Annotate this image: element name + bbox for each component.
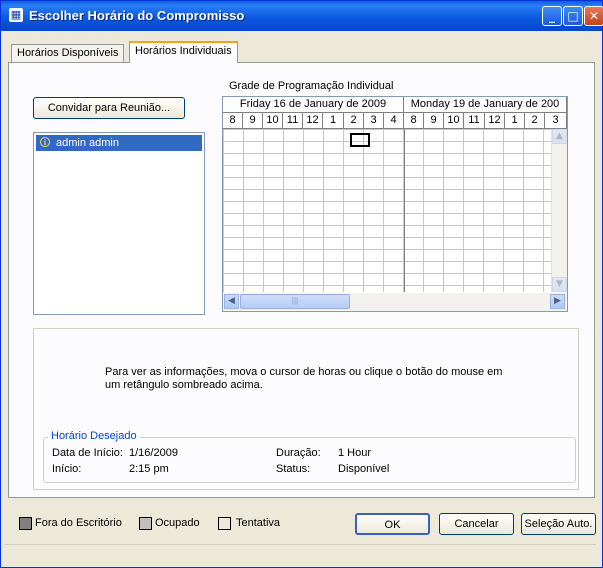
status-value: Disponível — [338, 463, 390, 475]
cancel-button[interactable]: Cancelar — [439, 513, 514, 535]
day-header-monday: Monday 19 de January de 200 — [404, 97, 567, 113]
hour-header: 10 — [444, 113, 464, 129]
close-button[interactable]: ✕ — [584, 6, 603, 26]
out-of-office-label: Fora do Escritório — [35, 517, 122, 529]
vertical-scrollbar[interactable]: ▲ ▼ — [551, 129, 567, 292]
invite-to-meeting-button[interactable]: Convidar para Reunião... — [33, 97, 185, 119]
start-time-label: Início: — [52, 463, 82, 475]
title-bar[interactable]: ▦ Escolher Horário do Compromisso _ □ ✕ — [1, 1, 603, 31]
hour-header: 1 — [323, 113, 344, 129]
hour-header: 3 — [364, 113, 384, 129]
busy-swatch — [139, 517, 152, 530]
hour-header: 11 — [464, 113, 485, 129]
status-bar — [5, 544, 596, 562]
hour-header: 1 — [505, 113, 525, 129]
grid-label: Grade de Programação Individual — [229, 80, 394, 92]
start-date-label: Data de Início: — [52, 447, 123, 459]
hour-header: 8 — [223, 113, 243, 129]
horizontal-scrollbar[interactable]: ◀ ||| ▶ — [223, 293, 567, 311]
desired-time-legend: Horário Desejado — [48, 430, 140, 442]
day-header-friday: Friday 16 de January de 2009 — [223, 97, 404, 113]
hour-header: 9 — [424, 113, 444, 129]
scroll-up-icon[interactable]: ▲ — [552, 129, 567, 144]
hour-header: 2 — [344, 113, 364, 129]
scroll-right-icon[interactable]: ▶ — [550, 294, 565, 309]
start-date-value: 1/16/2009 — [129, 447, 178, 459]
hour-header: 9 — [243, 113, 263, 129]
hour-header: 4 — [384, 113, 404, 129]
attendee-name: admin admin — [56, 137, 119, 149]
calendar-icon: ▦ — [9, 8, 23, 22]
tentative-label: Tentativa — [236, 517, 281, 529]
info-message: Para ver as informações, mova o cursor d… — [105, 366, 503, 391]
schedule-cells[interactable] — [223, 129, 553, 292]
hour-header: 8 — [404, 113, 424, 129]
duration-value: 1 Hour — [338, 447, 372, 459]
hour-header: 10 — [263, 113, 283, 129]
hour-header: 3 — [545, 113, 567, 129]
scroll-left-icon[interactable]: ◀ — [224, 294, 239, 309]
tentative-swatch — [218, 517, 231, 530]
start-time-value: 2:15 pm — [129, 463, 169, 475]
hour-header: 2 — [525, 113, 545, 129]
day-separator — [404, 129, 405, 292]
desired-time-group — [43, 437, 576, 483]
tab-individual-times[interactable]: Horários Individuais — [129, 41, 238, 63]
tab-available-times[interactable]: Horários Disponíveis — [11, 44, 125, 62]
schedule-grid[interactable]: Friday 16 de January de 2009 Monday 19 d… — [222, 96, 568, 312]
auto-select-button[interactable]: Seleção Auto. — [521, 513, 596, 535]
status-label: Status: — [276, 463, 311, 475]
list-item[interactable]: i admin admin — [36, 135, 202, 151]
hour-header: 11 — [283, 113, 303, 129]
hour-header: 12 — [303, 113, 323, 129]
duration-label: Duração: — [276, 447, 321, 459]
time-cursor[interactable] — [350, 133, 370, 147]
scroll-down-icon[interactable]: ▼ — [552, 277, 567, 292]
hour-header: 12 — [485, 113, 505, 129]
busy-label: Ocupado — [155, 517, 200, 529]
minimize-button[interactable]: _ — [542, 6, 562, 26]
scroll-thumb[interactable]: ||| — [240, 294, 350, 309]
out-of-office-swatch — [19, 517, 32, 530]
maximize-button[interactable]: □ — [563, 6, 583, 26]
info-icon: i — [40, 137, 50, 147]
attendee-list[interactable]: i admin admin — [33, 132, 205, 315]
ok-button[interactable]: OK — [355, 513, 430, 535]
window-title: Escolher Horário do Compromisso — [29, 8, 245, 23]
